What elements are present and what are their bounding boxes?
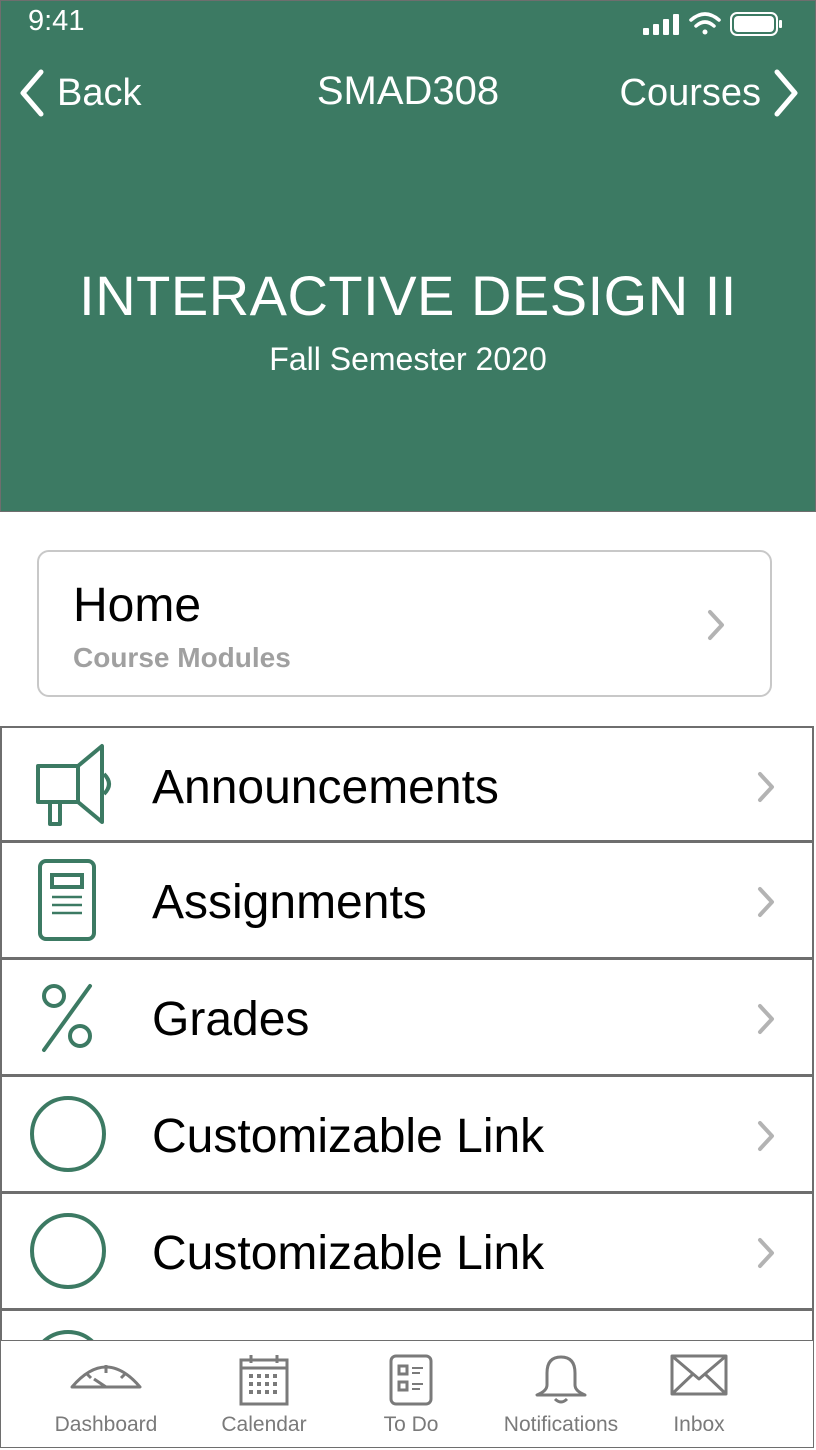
back-button[interactable]: Back [19,65,141,121]
checklist-icon [389,1354,433,1406]
chevron-right-icon [758,1238,774,1268]
megaphone-icon [36,744,111,826]
status-time: 9:41 [28,5,85,37]
menu-item-customizable-link[interactable]: Customizable Link [0,1077,814,1194]
courses-label: Courses [619,71,762,114]
tab-label: Inbox [673,1413,725,1436]
chevron-right-icon [708,610,724,640]
course-title: INTERACTIVE DESIGN II [79,264,737,327]
menu-item-announcements[interactable]: Announcements [0,726,814,843]
battery-icon [730,12,782,36]
home-subtitle: Course Modules [73,642,291,673]
menu-item-grades[interactable]: Grades [0,960,814,1077]
tab-label: Dashboard [54,1413,158,1436]
tab-inbox[interactable]: Inbox [653,1341,745,1449]
tab-label: To Do [383,1413,439,1436]
chevron-right-icon [758,1004,774,1034]
home-card[interactable]: Home Course Modules [37,550,772,697]
status-icons [643,12,782,36]
calendar-icon [239,1355,289,1406]
chevron-left-icon [20,69,44,117]
wifi-icon [689,12,721,35]
tab-todo[interactable]: To Do [361,1341,461,1449]
chevron-right-icon [758,772,774,802]
chevron-right-icon [758,887,774,917]
courses-button[interactable]: Courses [620,65,800,121]
menu-item-assignments[interactable]: Assignments [0,843,814,960]
document-icon [38,859,96,941]
chevron-right-icon [758,1121,774,1151]
tab-label: Notifications [503,1413,619,1436]
dashboard-gauge-icon [70,1365,142,1389]
circle-icon [30,1096,106,1172]
chevron-right-icon [774,69,798,117]
menu-item-label: Assignments [152,876,427,929]
envelope-icon [670,1354,728,1396]
circle-icon [30,1213,106,1289]
menu-item-label: Grades [152,993,310,1046]
tab-calendar[interactable]: Calendar [206,1341,322,1449]
home-title: Home [73,579,202,632]
menu-item-label: Customizable Link [152,1227,545,1280]
course-semester: Fall Semester 2020 [269,341,547,377]
bell-icon [535,1355,587,1404]
signal-icon [643,14,679,35]
menu-item-partial[interactable] [0,1311,814,1341]
tab-bar: Dashboard Calendar To Do Notifications I… [0,1340,814,1448]
tab-notifications[interactable]: Notifications [496,1341,626,1449]
menu-item-customizable-link[interactable]: Customizable Link [0,1194,814,1311]
menu-item-label: Customizable Link [152,1110,545,1163]
back-label: Back [57,71,142,114]
course-menu-list: Announcements Assignments Grades Customi… [0,726,814,1341]
circle-icon [41,1330,95,1341]
tab-dashboard[interactable]: Dashboard [41,1341,171,1449]
percent-icon [42,984,92,1052]
tab-label: Calendar [221,1413,307,1436]
course-header: 9:41 Back SMAD308 Courses INTERACTIVE DE… [0,0,816,512]
menu-item-label: Announcements [152,761,499,814]
